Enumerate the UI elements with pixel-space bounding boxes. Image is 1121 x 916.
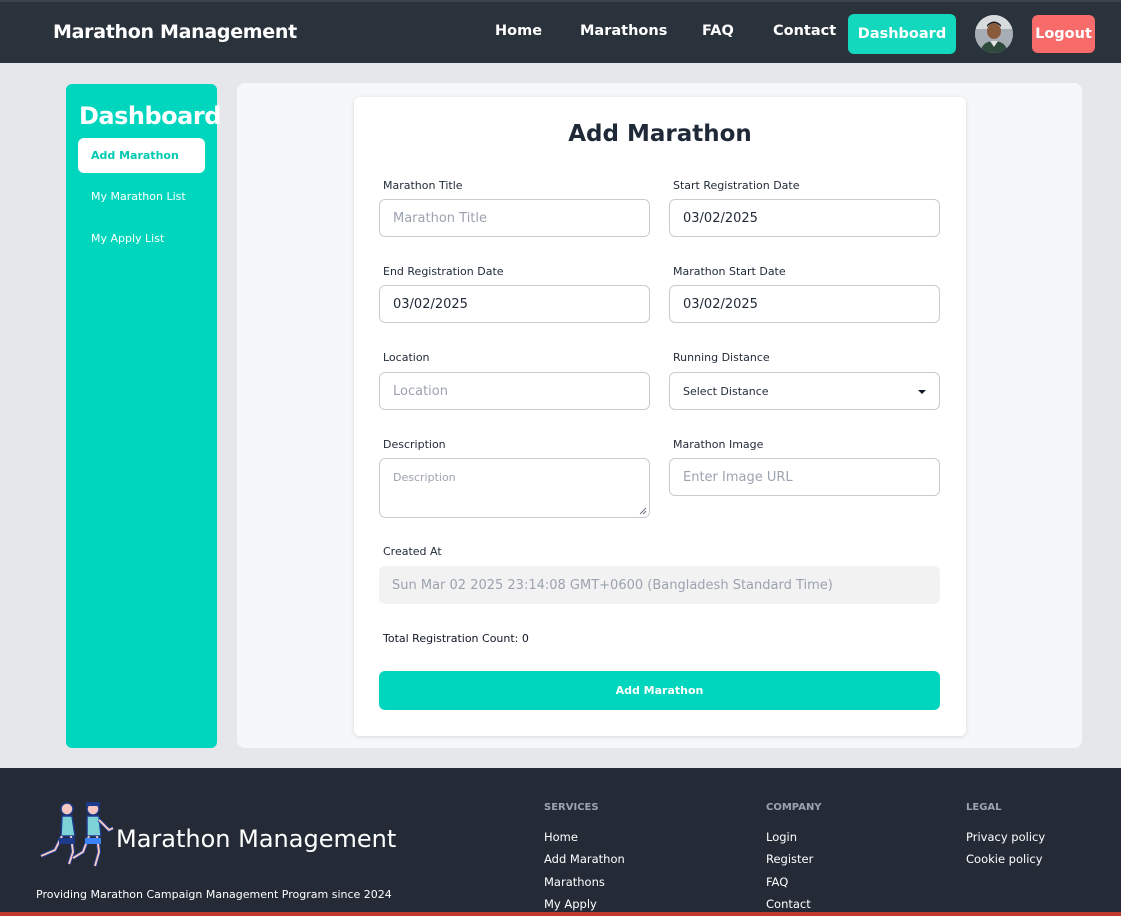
description-label: Description xyxy=(383,438,446,451)
location-label: Location xyxy=(383,351,430,364)
sidebar: Dashboard Add Marathon My Marathon List … xyxy=(66,84,221,748)
location-input[interactable]: Location xyxy=(379,372,650,410)
footer-heading-legal: LEGAL xyxy=(966,802,1002,813)
footer-heading-company: COMPANY xyxy=(766,802,822,813)
footer: Marathon Management Providing Marathon C… xyxy=(0,768,1121,916)
footer-link-login[interactable]: Login xyxy=(766,830,797,844)
marathon-start-label: Marathon Start Date xyxy=(673,265,786,278)
start-registration-label: Start Registration Date xyxy=(673,179,800,192)
add-marathon-submit-button[interactable]: Add Marathon xyxy=(379,671,940,710)
start-registration-date-input[interactable]: 03/02/2025 xyxy=(669,199,940,237)
sidebar-item-my-marathon-list[interactable]: My Marathon List xyxy=(78,179,205,214)
marathon-image-label: Marathon Image xyxy=(673,438,764,451)
description-placeholder: Description xyxy=(393,471,456,484)
footer-brand: Marathon Management xyxy=(116,825,397,853)
nav-home[interactable]: Home xyxy=(495,23,542,39)
footer-link-privacy-policy[interactable]: Privacy policy xyxy=(966,830,1045,844)
marathon-title-input[interactable]: Marathon Title xyxy=(379,199,650,237)
nav-marathons[interactable]: Marathons xyxy=(580,23,667,39)
footer-tagline: Providing Marathon Campaign Management P… xyxy=(36,888,392,901)
created-at-label: Created At xyxy=(383,545,442,558)
resize-grip-icon[interactable] xyxy=(639,507,647,515)
runners-logo-icon xyxy=(40,802,114,867)
footer-heading-services: SERVICES xyxy=(544,802,599,813)
form-title: Add Marathon xyxy=(568,121,752,147)
footer-link-home[interactable]: Home xyxy=(544,830,578,844)
created-at-field: Sun Mar 02 2025 23:14:08 GMT+0600 (Bangl… xyxy=(379,566,940,604)
sidebar-item-my-apply-list[interactable]: My Apply List xyxy=(78,221,205,256)
footer-bottom-border xyxy=(0,912,1121,916)
nav-faq[interactable]: FAQ xyxy=(702,23,734,39)
avatar[interactable] xyxy=(975,15,1013,53)
brand-title[interactable]: Marathon Management xyxy=(53,21,297,43)
marathon-start-date-input[interactable]: 03/02/2025 xyxy=(669,285,940,323)
sidebar-item-add-marathon[interactable]: Add Marathon xyxy=(78,138,205,173)
footer-link-add-marathon[interactable]: Add Marathon xyxy=(544,852,625,866)
running-distance-label: Running Distance xyxy=(673,351,770,364)
sidebar-title: Dashboard xyxy=(79,102,221,130)
logout-button[interactable]: Logout xyxy=(1032,15,1095,53)
dashboard-button[interactable]: Dashboard xyxy=(848,14,956,54)
footer-link-marathons[interactable]: Marathons xyxy=(544,875,605,889)
end-registration-label: End Registration Date xyxy=(383,265,504,278)
registration-count: Total Registration Count: 0 xyxy=(383,632,529,645)
navbar: Marathon Management Home Marathons FAQ C… xyxy=(0,0,1121,63)
marathon-image-url-input[interactable]: Enter Image URL xyxy=(669,458,940,496)
add-marathon-form: Add Marathon Marathon Title Marathon Tit… xyxy=(354,97,966,736)
description-textarea[interactable]: Description xyxy=(379,458,650,518)
running-distance-value: Select Distance xyxy=(683,384,769,398)
footer-link-faq[interactable]: FAQ xyxy=(766,875,788,889)
footer-link-my-apply[interactable]: My Apply xyxy=(544,897,597,911)
nav-contact[interactable]: Contact xyxy=(773,23,836,39)
end-registration-date-input[interactable]: 03/02/2025 xyxy=(379,285,650,323)
chevron-down-icon xyxy=(918,390,926,394)
footer-link-register[interactable]: Register xyxy=(766,852,813,866)
user-avatar-icon xyxy=(975,15,1013,53)
running-distance-select[interactable]: Select Distance xyxy=(669,372,940,410)
footer-link-contact[interactable]: Contact xyxy=(766,897,811,911)
marathon-title-label: Marathon Title xyxy=(383,179,463,192)
footer-link-cookie-policy[interactable]: Cookie policy xyxy=(966,852,1043,866)
